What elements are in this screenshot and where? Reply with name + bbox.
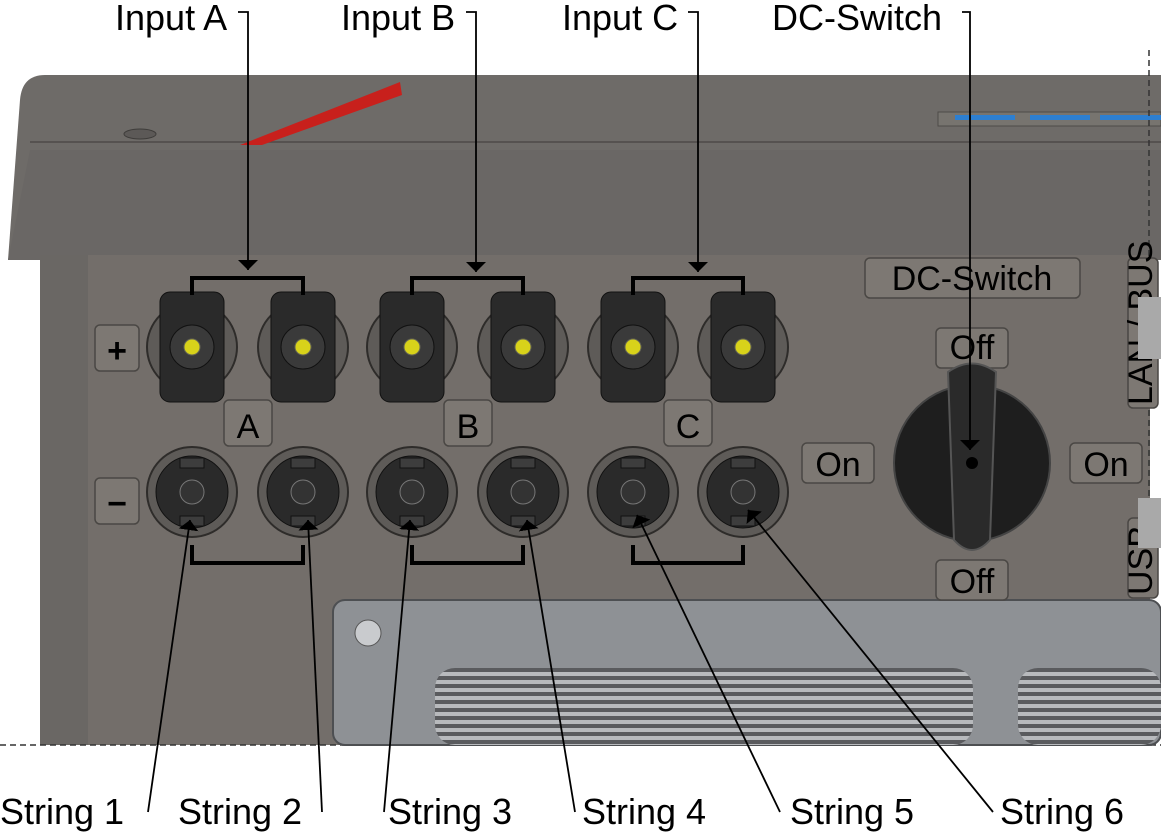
minus-connector-2[interactable] [257,446,349,538]
fan-cover [332,599,1161,746]
on-left-label: On [815,446,860,484]
minus-connector-4[interactable] [477,446,569,538]
dc-switch-label: DC-Switch [892,260,1053,298]
string-5-callout: String 5 [790,791,914,832]
plus-label: + [107,332,127,370]
plus-connector-6[interactable] [697,291,789,403]
group-a-label: A [237,408,260,446]
minus-connector-6[interactable] [697,446,789,538]
off-top-label: Off [950,329,995,367]
minus-connector-1[interactable] [146,446,238,538]
input-c-callout: Input C [562,0,678,38]
string-3-callout: String 3 [388,791,512,832]
minus-connector-3[interactable] [366,446,458,538]
plus-connector-1[interactable] [146,291,238,403]
group-b-label: B [457,408,480,446]
input-a-callout: Input A [115,0,227,38]
plus-connector-5[interactable] [587,291,679,403]
minus-connector-5[interactable] [587,446,679,538]
string-1-callout: String 1 [0,791,124,832]
string-2-callout: String 2 [178,791,302,832]
minus-label: − [107,485,127,523]
input-b-callout: Input B [341,0,455,38]
screw-icon [354,619,382,647]
on-right-label: On [1083,446,1128,484]
dc-switch-callout: DC-Switch [772,0,942,38]
string-4-callout: String 4 [582,791,706,832]
plus-connector-3[interactable] [366,291,458,403]
group-c-label: C [676,408,701,446]
plus-connector-2[interactable] [257,291,349,403]
off-bottom-label: Off [950,563,995,601]
string-6-callout: String 6 [1000,791,1124,832]
plus-connector-4[interactable] [477,291,569,403]
switch-handle[interactable] [946,362,998,551]
inverter-connection-diagram: + − A B C DC-Switch Off Off On On LAN / … [0,0,1161,832]
